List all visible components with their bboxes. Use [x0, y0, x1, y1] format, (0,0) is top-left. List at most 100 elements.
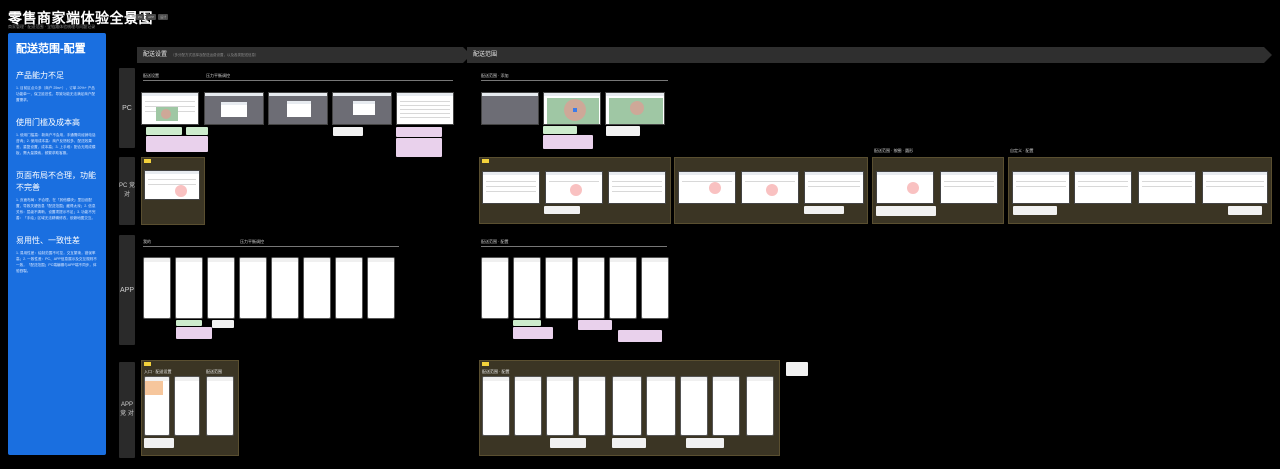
issue-note	[144, 438, 174, 448]
app-screen[interactable]	[609, 257, 637, 319]
panel-label: 配送范围 · 配置	[482, 369, 510, 374]
screen-thumbnail[interactable]	[1138, 171, 1196, 204]
flow-label: 配送设置	[143, 73, 159, 78]
issue-note	[396, 127, 442, 137]
app-screen[interactable]	[239, 257, 267, 319]
issue-note	[212, 320, 234, 328]
screen-thumbnail[interactable]	[141, 92, 199, 125]
section-heading: 页面布局不合理，功能不完善	[16, 171, 96, 192]
header-tags: PC APP 设计	[136, 14, 169, 20]
screen-thumbnail[interactable]	[940, 171, 998, 204]
section-body: 1. 使用门槛高：新商户不会用，手通需向经销电话咨询；2. 使用成本高：商户反馈…	[16, 133, 96, 155]
app-screen[interactable]	[646, 376, 676, 436]
app-screen[interactable]	[481, 257, 509, 319]
issue-note	[876, 206, 936, 216]
screen-thumbnail[interactable]	[543, 92, 601, 125]
screen-thumbnail[interactable]	[144, 170, 200, 200]
app-screen[interactable]	[680, 376, 708, 436]
row-label-pc: PC	[119, 68, 135, 148]
section-heading: 产品能力不足	[16, 71, 64, 80]
stage-band-delivery-range: 配送范围	[467, 47, 1272, 63]
issue-note	[176, 327, 212, 339]
screen-thumbnail[interactable]	[204, 92, 264, 125]
app-screen[interactable]	[482, 376, 510, 436]
issue-note	[513, 327, 553, 339]
app-screen[interactable]	[303, 257, 331, 319]
row-label-pc-competitor: PC 竞 对	[119, 157, 135, 225]
section-heading: 使用门槛及成本高	[16, 118, 80, 127]
screen-thumbnail[interactable]	[545, 171, 603, 204]
competitor-tag	[482, 362, 489, 366]
screen-thumbnail[interactable]	[741, 171, 799, 204]
issue-note	[804, 206, 844, 214]
app-screen[interactable]	[174, 376, 200, 436]
screen-thumbnail[interactable]	[481, 92, 539, 125]
flow-line	[143, 246, 399, 247]
band-label: 配送设置	[143, 52, 168, 58]
sidebar-title: 配送范围-配置	[16, 43, 86, 55]
row-label-app-competitor: APP 竞 对	[119, 362, 135, 458]
flow-label: 自定义 · 配置	[1010, 148, 1034, 153]
screen-thumbnail[interactable]	[608, 171, 666, 204]
app-screen[interactable]	[335, 257, 363, 319]
screen-thumbnail[interactable]	[876, 171, 934, 204]
app-screen[interactable]	[206, 376, 234, 436]
flow-label: 配送范围 · 添加	[481, 73, 509, 78]
app-screen[interactable]	[271, 257, 299, 319]
row-label-app: APP	[119, 235, 135, 345]
competitor-tag	[144, 362, 151, 366]
issue-note	[550, 438, 586, 448]
issue-note	[333, 127, 363, 136]
issue-note	[578, 320, 612, 330]
issue-note	[618, 330, 662, 342]
issue-note	[513, 320, 541, 326]
screen-thumbnail[interactable]	[396, 92, 454, 125]
flow-label: 压力平衡调控	[206, 73, 230, 78]
app-screen[interactable]	[545, 257, 573, 319]
sidebar-section: 产品能力不足 1. 目前区点众多（商户 25w+），订单 20%+ 产品功能单一…	[16, 70, 98, 103]
flow-label: 配送范围 · 配置	[481, 239, 509, 244]
screen-thumbnail[interactable]	[605, 92, 665, 125]
issue-note	[544, 206, 580, 214]
app-screen[interactable]	[514, 376, 542, 436]
band-label: 配送范围	[473, 52, 498, 58]
screen-thumbnail[interactable]	[268, 92, 328, 125]
competitor-tag	[144, 159, 151, 163]
screen-thumbnail[interactable]	[1012, 171, 1070, 204]
screen-thumbnail[interactable]	[332, 92, 392, 125]
competitor-tag	[482, 159, 489, 163]
app-screen[interactable]	[367, 257, 395, 319]
issue-note	[606, 126, 640, 136]
section-body: 1. 易用性差：绘制范围不可控，交互繁琐，错误率高；2. 一致性差：PC、APP…	[16, 251, 97, 273]
app-screen[interactable]	[612, 376, 642, 436]
app-screen[interactable]	[578, 376, 606, 436]
app-screen[interactable]	[143, 257, 171, 319]
sidebar-section: 页面布局不合理，功能不完善 1. 页面布局：不合理，在「其他模块」里加设配置，导…	[16, 170, 98, 221]
flow-line	[143, 80, 453, 81]
issue-note	[543, 135, 593, 149]
issue-note	[1013, 206, 1057, 215]
flow-label: 配送范围 · 按圈 · 圆形	[874, 148, 914, 153]
flow-label: 我的	[143, 239, 151, 244]
app-screen[interactable]	[207, 257, 235, 319]
screen-thumbnail[interactable]	[482, 171, 540, 204]
app-screen[interactable]	[641, 257, 669, 319]
issue-note	[146, 127, 182, 135]
app-screen[interactable]	[546, 376, 574, 436]
flow-label: 压力平衡调控	[240, 239, 264, 244]
app-screen[interactable]	[577, 257, 605, 319]
sidebar-section: 易用性、一致性差 1. 易用性差：绘制范围不可控，交互繁琐，错误率高；2. 一致…	[16, 235, 98, 274]
screen-thumbnail[interactable]	[804, 171, 864, 204]
app-screen[interactable]	[746, 376, 774, 436]
screen-thumbnail[interactable]	[678, 171, 736, 204]
issue-note	[396, 138, 442, 157]
app-screen[interactable]	[144, 376, 170, 436]
app-screen[interactable]	[175, 257, 203, 319]
app-screen[interactable]	[513, 257, 541, 319]
issue-note	[1228, 206, 1262, 215]
flow-line	[481, 80, 668, 81]
screen-thumbnail[interactable]	[1202, 171, 1268, 204]
screen-thumbnail[interactable]	[1074, 171, 1132, 204]
issue-note	[612, 438, 646, 448]
app-screen[interactable]	[712, 376, 740, 436]
